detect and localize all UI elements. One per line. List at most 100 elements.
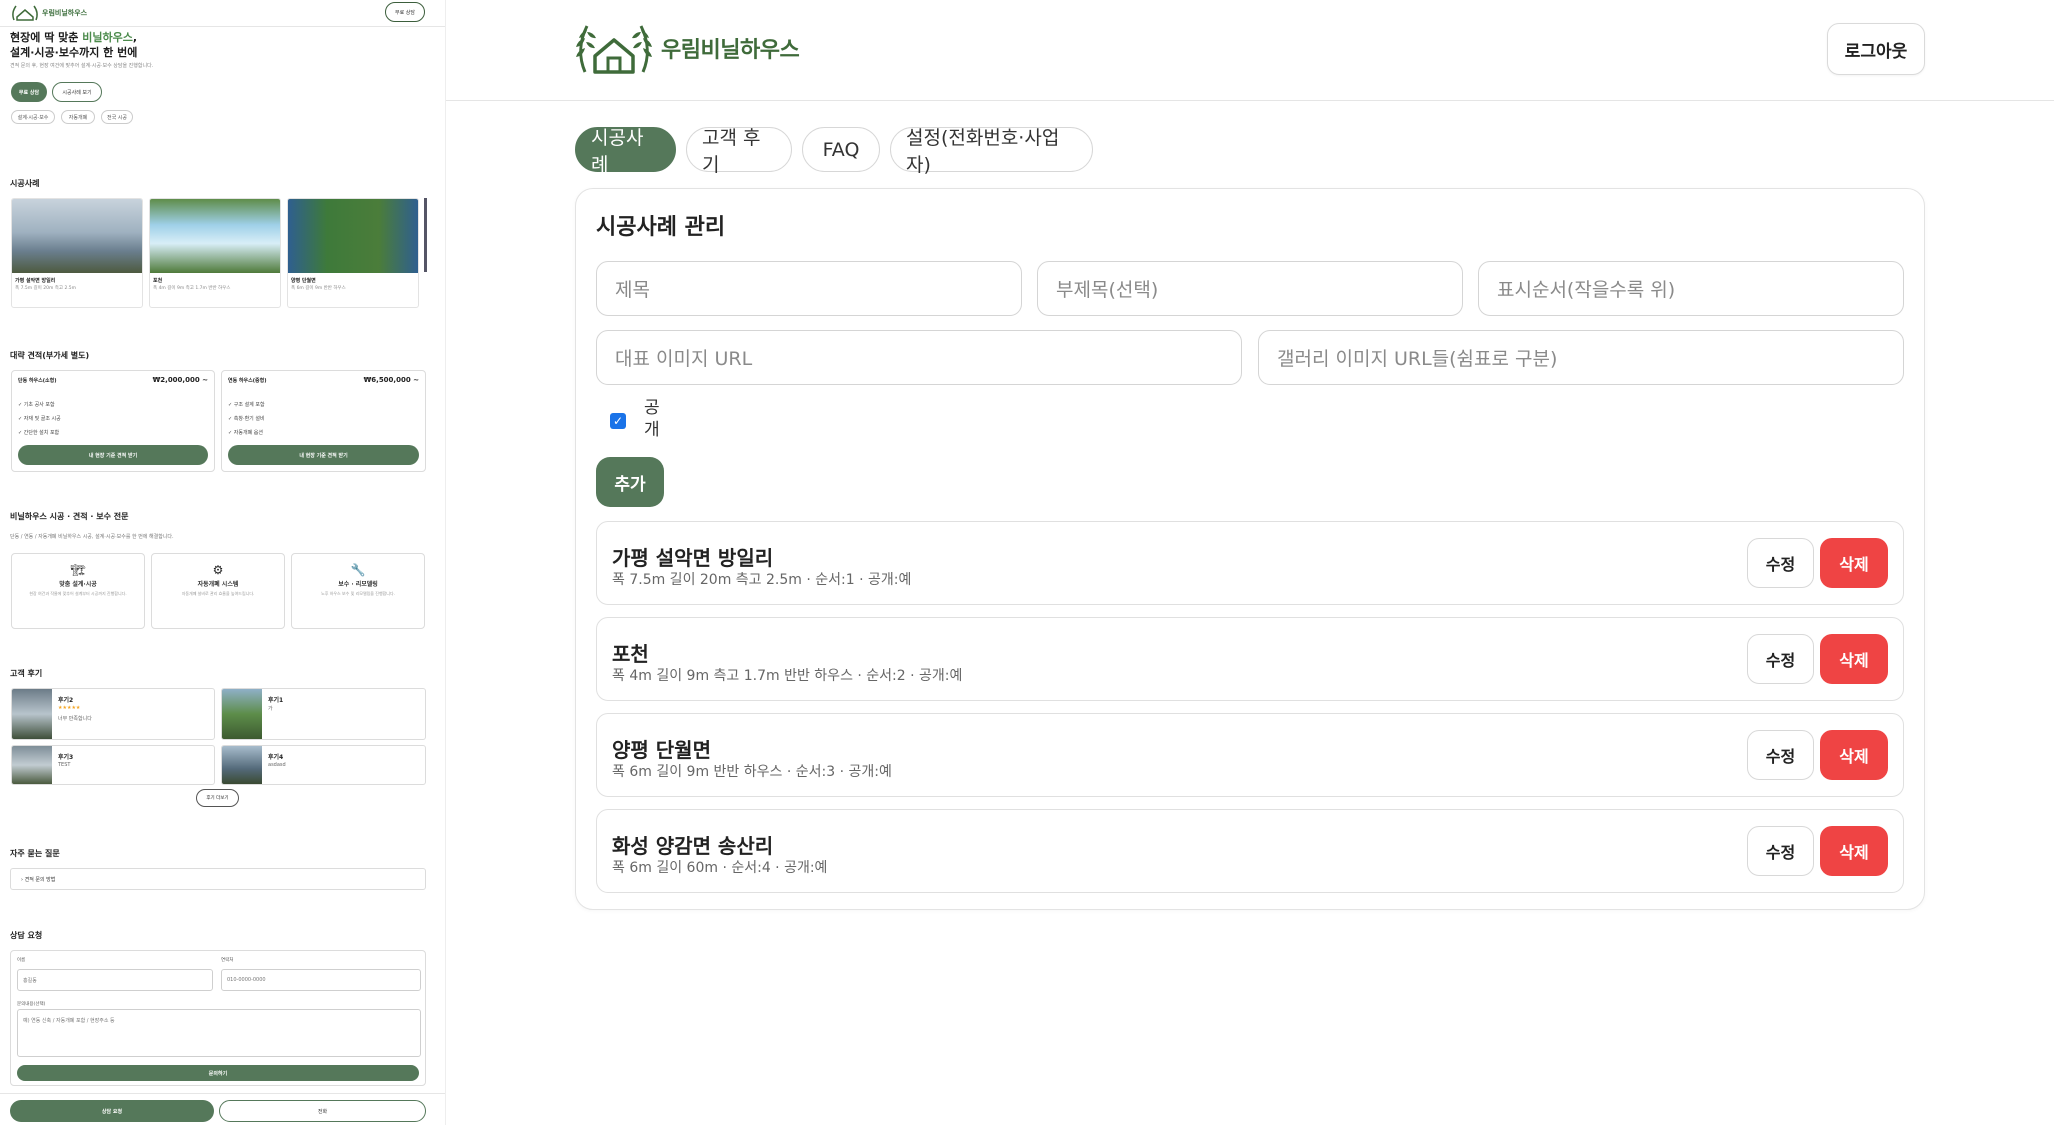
case-image <box>150 199 280 273</box>
bottom-call-button[interactable]: 전화 <box>219 1100 426 1122</box>
message-textarea[interactable]: 예) 연동 신축 / 자동개폐 포함 / 현장주소 등 <box>17 1009 421 1057</box>
price-card: 단동 하우스(소형) ₩2,000,000 ~ ✓ 기초 공사 포함 ✓ 자재 … <box>11 370 215 472</box>
title-input[interactable]: 제목 <box>596 261 1022 316</box>
admin-logo[interactable]: 우림비닐하우스 <box>573 22 800 74</box>
case-title: 양평 단월면 <box>291 278 316 284</box>
price-quote-button[interactable]: 내 현장 기준 견적 받기 <box>18 445 208 465</box>
mobile-preview: 우림비닐하우스 무료 상담 현장에 딱 맞춘 비닐하우스, 설계·시공·보수까지… <box>0 0 446 1125</box>
tab-cases[interactable]: 시공사례 <box>575 127 676 176</box>
cases-scroll-edge <box>424 198 427 272</box>
reviews-section-title: 고객 후기 <box>10 669 43 678</box>
review-text: 너무 만족합니다 <box>58 716 92 722</box>
add-case-button[interactable]: 추가 <box>596 457 664 507</box>
name-input[interactable]: 홍길동 <box>17 969 213 991</box>
feature-description: 현장 여건과 작물에 맞추어 설계부터 시공까지 진행합니다. <box>29 591 127 596</box>
price-card-amount: ₩6,500,000 ~ <box>363 376 419 384</box>
review-card[interactable]: 후기1 가 <box>221 688 426 740</box>
review-image <box>12 689 52 739</box>
case-item-meta: 폭 4m 길이 9m 측고 1.7m 반반 하우스 · 순서:2 · 공개:예 <box>612 668 963 684</box>
about-description: 단동 / 연동 / 자동개폐 비닐하우스 시공, 설계·시공·보수를 한 번에 … <box>10 534 174 540</box>
case-list-item: 가평 설악면 방일리 폭 7.5m 길이 20m 측고 2.5m · 순서:1 … <box>596 521 1904 605</box>
feature-title: 맞춤 설계·시공 <box>59 581 97 588</box>
review-text: 가 <box>268 706 273 712</box>
case-list-item: 화성 양감면 송산리 폭 6m 길이 60m · 순서:4 · 공개:예 수정 … <box>596 809 1904 893</box>
case-item-title: 양평 단월면 <box>612 738 711 762</box>
case-card[interactable]: 포천 폭 4m 길이 9m 측고 1.7m 반반 하우스 <box>149 198 281 308</box>
order-input[interactable]: 표시순서(작을수록 위) <box>1478 261 1904 316</box>
tab-faq[interactable]: FAQ <box>802 127 880 172</box>
edit-button[interactable]: 수정 <box>1747 634 1814 684</box>
review-image <box>12 746 52 784</box>
review-card[interactable]: 후기4 asdasd <box>221 745 426 785</box>
review-title: 후기2 <box>58 697 74 704</box>
feature-description: 노후 하우스 보수 및 리모델링을 진행합니다. <box>321 591 395 596</box>
price-card-name: 연동 하우스(중형) <box>228 378 267 384</box>
phone-input[interactable]: 010-0000-0000 <box>221 969 421 991</box>
review-card[interactable]: 후기3 TEST <box>11 745 215 785</box>
mobile-logo[interactable]: 우림비닐하우스 <box>10 5 87 21</box>
faq-item[interactable]: › 견적 문의 방법 <box>10 868 426 890</box>
feature-card: ⚙ 자동개폐 시스템 자동개폐 설비로 관리 효율을 높여드립니다. <box>151 553 285 629</box>
edit-button[interactable]: 수정 <box>1747 730 1814 780</box>
pricing-section-title: 대략 견적(부가세 별도) <box>10 351 90 360</box>
case-card[interactable]: 가평 설악면 방일리 폭 7.5m 길이 20m 측고 2.5m <box>11 198 143 308</box>
price-card-line: ✓ 구조 설계 포함 <box>228 402 265 408</box>
case-subtitle: 폭 4m 길이 9m 측고 1.7m 반반 하우스 <box>153 286 231 291</box>
mobile-logo-text: 우림비닐하우스 <box>42 9 88 17</box>
delete-button[interactable]: 삭제 <box>1820 730 1888 780</box>
review-image <box>222 746 262 784</box>
form-section-title: 상담 요청 <box>10 931 43 940</box>
case-image <box>12 199 142 273</box>
hero-cases-button[interactable]: 시공사례 보기 <box>52 82 102 102</box>
edit-button[interactable]: 수정 <box>1747 826 1814 876</box>
hero-title-line2: 설계·시공·보수까지 한 번에 <box>10 46 138 59</box>
message-label: 문의내용(선택) <box>17 1002 46 1007</box>
bottom-consult-button[interactable]: 상담 요청 <box>10 1100 214 1122</box>
review-text: asdasd <box>268 762 286 768</box>
logout-button[interactable]: 로그아웃 <box>1827 23 1925 75</box>
price-card: 연동 하우스(중형) ₩6,500,000 ~ ✓ 구조 설계 포함 ✓ 측창·… <box>221 370 426 472</box>
tab-reviews[interactable]: 고객 후기 <box>686 127 792 176</box>
reviews-more-button[interactable]: 후기 더보기 <box>196 789 239 807</box>
admin-page: 우림비닐하우스 로그아웃 시공사례 고객 후기 FAQ 설정(전화번호·사업자)… <box>446 0 2054 1125</box>
subtitle-input[interactable]: 부제목(선택) <box>1037 261 1463 316</box>
hero-title-accent: 비닐하우스 <box>82 31 133 44</box>
tab-settings[interactable]: 설정(전화번호·사업자) <box>890 127 1093 176</box>
form-submit-button[interactable]: 문의하기 <box>17 1065 419 1081</box>
image-url-input[interactable]: 대표 이미지 URL <box>596 330 1242 385</box>
consult-form: 이름 홍길동 연락처 010-0000-0000 문의내용(선택) 예) 연동 … <box>10 950 426 1086</box>
feature-title: 보수 · 리모델링 <box>338 581 378 588</box>
hero-chip: 자동개폐 <box>61 110 95 124</box>
review-title: 후기4 <box>268 754 284 761</box>
hero-chip: 설계·시공·보수 <box>11 110 55 124</box>
feature-card: 🏗 맞춤 설계·시공 현장 여건과 작물에 맞추어 설계부터 시공까지 진행합니… <box>11 553 145 629</box>
price-card-line: ✓ 자동개폐 옵션 <box>228 430 263 436</box>
delete-button[interactable]: 삭제 <box>1820 538 1888 588</box>
edit-button[interactable]: 수정 <box>1747 538 1814 588</box>
delete-button[interactable]: 삭제 <box>1820 634 1888 684</box>
gallery-urls-input[interactable]: 갤러리 이미지 URL들(쉼표로 구분) <box>1258 330 1904 385</box>
mobile-header-consult-button[interactable]: 무료 상담 <box>385 2 425 22</box>
price-quote-button[interactable]: 내 현장 기준 견적 받기 <box>228 445 419 465</box>
review-card[interactable]: 후기2 ★★★★★ 너무 만족합니다 <box>11 688 215 740</box>
price-card-line: ✓ 자재 및 골조 시공 <box>18 416 61 422</box>
hero-chip: 전국 시공 <box>101 110 133 124</box>
case-item-title: 포천 <box>612 642 649 666</box>
case-card[interactable]: 양평 단월면 폭 6m 길이 9m 반반 하우스 <box>287 198 419 308</box>
delete-button[interactable]: 삭제 <box>1820 826 1888 876</box>
case-subtitle: 폭 7.5m 길이 20m 측고 2.5m <box>15 286 77 291</box>
case-item-title: 화성 양감면 송산리 <box>612 834 774 858</box>
hero-title-prefix: 현장에 딱 맞춘 <box>10 31 83 44</box>
public-checkbox[interactable]: ✓ <box>610 413 626 429</box>
review-title: 후기1 <box>268 697 284 704</box>
greenhouse-logo-icon <box>12 5 38 21</box>
price-card-name: 단동 하우스(소형) <box>18 378 57 384</box>
construction-icon: 🏗 <box>70 563 86 577</box>
faq-section-title: 자주 묻는 질문 <box>10 849 60 858</box>
case-item-meta: 폭 6m 길이 60m · 순서:4 · 공개:예 <box>612 860 828 876</box>
admin-logo-text: 우림비닐하우스 <box>661 38 800 63</box>
case-title: 가평 설악면 방일리 <box>15 278 56 284</box>
hero-consult-button[interactable]: 무료 상담 <box>11 82 47 102</box>
case-item-meta: 폭 6m 길이 9m 반반 하우스 · 순서:3 · 공개:예 <box>612 764 892 780</box>
admin-tabs: 시공사례 고객 후기 FAQ 설정(전화번호·사업자) <box>575 127 1093 176</box>
